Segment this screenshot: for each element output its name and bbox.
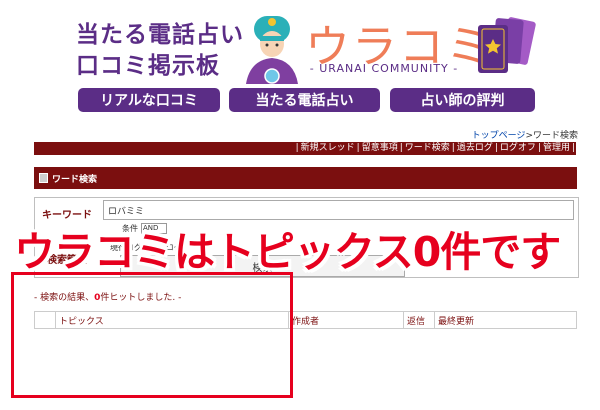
breadcrumb-current: ワード検索 [532, 131, 578, 141]
breadcrumb: トップページ>ワード検索 [472, 128, 578, 141]
menu-new-thread[interactable]: 新規スレッド [301, 143, 355, 153]
nav-real-reviews[interactable]: リアルな口コミ [78, 88, 220, 112]
site-subtitle-line2: 口コミ掲示板 [76, 53, 220, 79]
menu-separator: | [399, 143, 403, 153]
menu-separator: | [537, 143, 541, 153]
menu-separator: | [494, 143, 498, 153]
menu-logoff[interactable]: ログオフ [500, 143, 536, 153]
top-menu-links: | 新規スレッド | 留意事項 | ワード検索 | 過去ログ | ログオフ | 管理用 | [295, 142, 576, 155]
menu-separator: | [356, 143, 360, 153]
keyword-input[interactable]: ロバミミ [103, 200, 574, 220]
menu-past-logs[interactable]: 過去ログ [457, 143, 493, 153]
highlight-box [11, 272, 293, 398]
breadcrumb-separator: > [525, 131, 533, 141]
menu-separator: | [295, 143, 299, 153]
menu-word-search[interactable]: ワード検索 [405, 143, 450, 153]
menu-admin[interactable]: 管理用 [543, 143, 570, 153]
site-logo-subtitle: - URANAI COMMUNITY - [309, 62, 459, 75]
menu-notes[interactable]: 留意事項 [362, 143, 398, 153]
overlay-caption: ウラコミはトピックス0件です [14, 228, 561, 276]
tarot-cards-icon [478, 17, 536, 73]
nav-phone-fortune[interactable]: 当たる電話占い [229, 88, 380, 112]
table-header-last-updated: 最終更新 [434, 311, 577, 329]
menu-separator: | [451, 143, 455, 153]
breadcrumb-home-link[interactable]: トップページ [472, 131, 526, 141]
table-header-author: 作成者 [288, 311, 404, 329]
site-header: 当たる電話占い 口コミ掲示板 ウラコミ - URANAI COMMUNITY -… [0, 0, 600, 122]
fortune-teller-icon [246, 16, 298, 84]
site-subtitle-line1: 当たる電話占い [76, 22, 244, 48]
panel-title-bar: ワード検索 [34, 167, 577, 189]
panel-title: ワード検索 [52, 174, 98, 185]
document-icon [39, 173, 48, 183]
nav-fortune-teller-reputation[interactable]: 占い師の評判 [390, 88, 535, 112]
table-header-replies: 返信 [403, 311, 435, 329]
menu-separator: | [571, 143, 575, 153]
